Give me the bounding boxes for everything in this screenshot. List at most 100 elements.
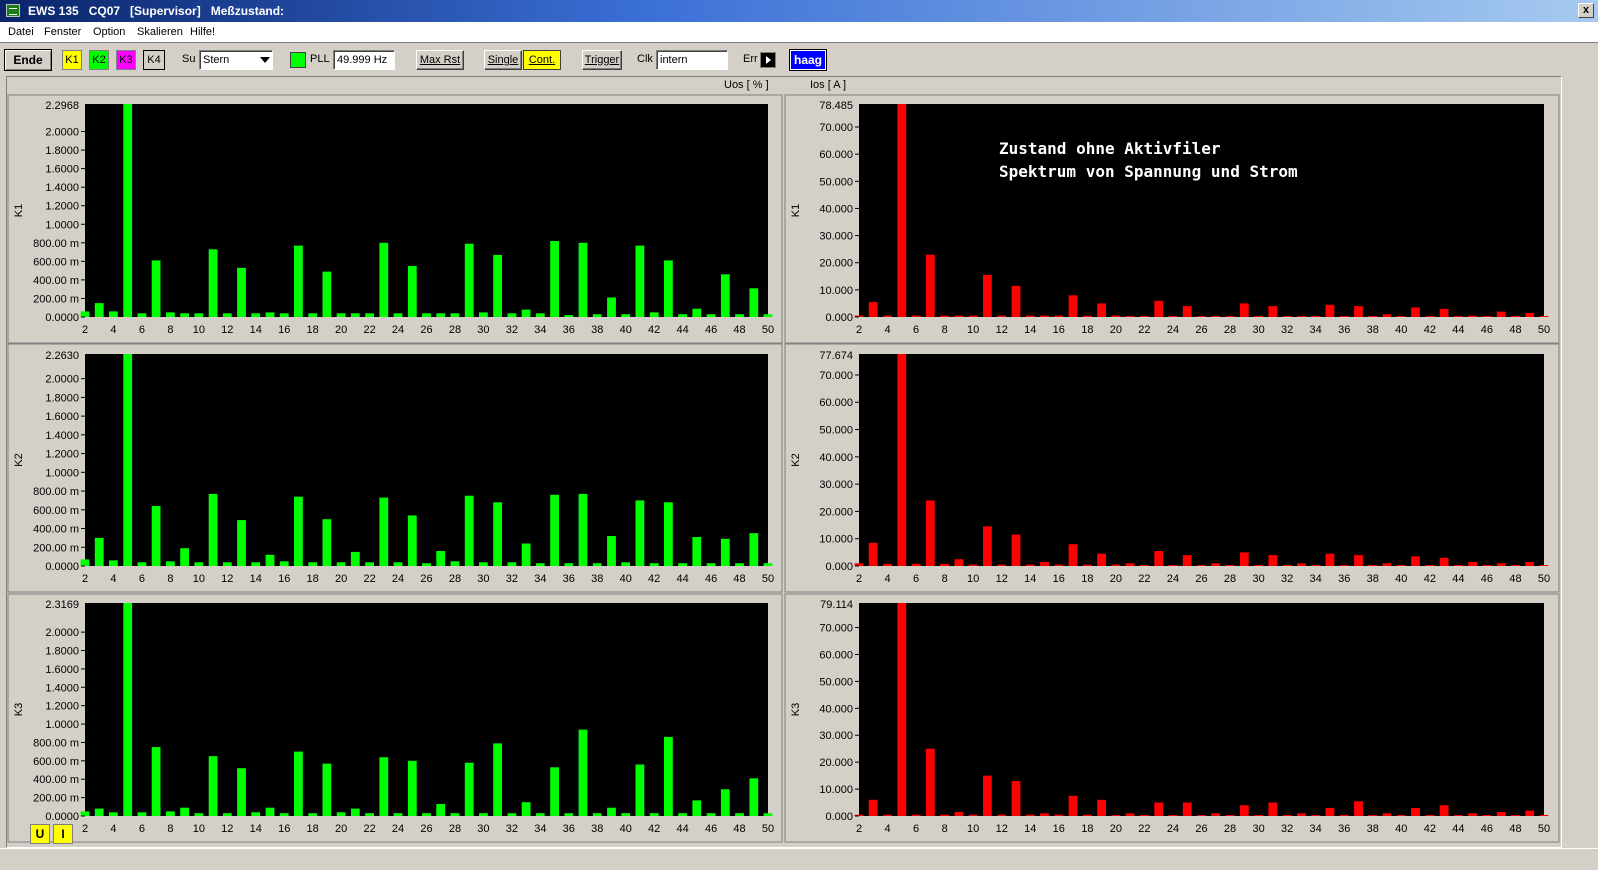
bar-h26: [1197, 815, 1206, 816]
bar-h49: [749, 288, 759, 317]
bar-h20: [1111, 815, 1121, 816]
bar-h26: [422, 563, 431, 566]
x-tick-label: 30: [1252, 324, 1264, 336]
x-tick-label: 38: [591, 573, 603, 585]
bar-h25: [407, 760, 417, 816]
bar-h45: [692, 537, 702, 566]
bar-h23: [379, 242, 389, 317]
bar-h14: [251, 313, 261, 317]
bar-h27: [436, 551, 446, 566]
x-tick-label: 16: [1053, 324, 1065, 336]
bar-h31: [493, 254, 502, 317]
bar-h23: [1154, 802, 1164, 816]
bar-h5: [123, 603, 133, 816]
bar-h7: [151, 747, 161, 816]
y-tick-label: 60.000: [819, 149, 853, 161]
x-tick-label: 18: [1081, 324, 1093, 336]
y-tick-label: 800.00 m: [33, 486, 79, 498]
bar-h15: [1040, 315, 1049, 317]
x-tick-label: 20: [1110, 324, 1122, 336]
bar-h41: [1411, 556, 1420, 566]
bar-h9: [180, 313, 189, 317]
x-tick-label: 12: [996, 823, 1008, 835]
bar-h21: [350, 313, 360, 317]
bar-h44: [678, 563, 687, 566]
bar-h37: [578, 493, 588, 566]
bar-h25: [407, 266, 417, 317]
x-tick-label: 6: [139, 324, 145, 336]
channel-label: K2: [790, 453, 802, 466]
x-tick-label: 28: [449, 823, 461, 835]
y-tick-label: 70.000: [819, 122, 853, 134]
bar-h13: [237, 267, 246, 317]
y-max-label: 78.485: [819, 100, 853, 112]
bar-h6: [137, 562, 147, 566]
bar-h37: [1354, 555, 1363, 566]
x-tick-label: 2: [82, 324, 88, 336]
bar-h42: [1425, 316, 1435, 317]
bar-h2: [80, 311, 90, 317]
bar-h14: [251, 562, 261, 566]
bar-h10: [968, 564, 978, 566]
bar-h28: [450, 813, 460, 816]
y-tick-label: 30.000: [819, 730, 853, 742]
x-tick-label: 46: [705, 324, 717, 336]
bar-h38: [592, 813, 602, 816]
x-tick-label: 4: [110, 823, 116, 835]
bar-h28: [1225, 565, 1235, 566]
x-tick-label: 32: [506, 324, 518, 336]
bar-h6: [137, 313, 147, 317]
bar-h47: [720, 538, 730, 566]
y-tick-label: 1.0000: [45, 719, 79, 731]
bar-h13: [237, 520, 246, 566]
bar-h47: [1496, 563, 1506, 566]
x-tick-label: 36: [563, 823, 575, 835]
bar-h30: [479, 312, 488, 317]
y-tick-label: 40.000: [819, 452, 853, 464]
x-tick-label: 8: [942, 573, 948, 585]
u-button[interactable]: U: [30, 824, 50, 844]
x-tick-label: 42: [1424, 823, 1436, 835]
bar-h8: [940, 563, 949, 566]
x-tick-label: 16: [278, 823, 290, 835]
channel-label: K3: [790, 703, 802, 716]
bar-h50: [1539, 316, 1549, 317]
bar-h22: [1140, 565, 1149, 566]
x-tick-label: 18: [1081, 573, 1093, 585]
bar-h38: [1368, 316, 1378, 317]
x-tick-label: 22: [363, 823, 375, 835]
bar-h46: [1482, 565, 1492, 566]
x-tick-label: 18: [1081, 823, 1093, 835]
x-tick-label: 34: [534, 823, 546, 835]
bar-h15: [1040, 561, 1049, 566]
bar-h33: [1297, 316, 1306, 317]
x-tick-label: 22: [363, 324, 375, 336]
bar-h48: [1511, 565, 1520, 566]
plot-area: [859, 603, 1544, 816]
bar-h2: [80, 559, 90, 566]
plot-area: [859, 354, 1544, 566]
x-tick-label: 38: [1367, 823, 1379, 835]
bar-h41: [635, 500, 645, 566]
y-tick-label: 200.00 m: [33, 542, 79, 554]
i-button[interactable]: I: [53, 824, 73, 844]
bar-h40: [1396, 565, 1406, 566]
bar-h45: [1468, 315, 1477, 317]
bar-h11: [208, 249, 218, 317]
x-tick-label: 42: [1424, 324, 1436, 336]
bar-h27: [436, 313, 446, 317]
bar-h49: [1525, 561, 1535, 566]
x-tick-label: 26: [1195, 573, 1207, 585]
bar-h31: [493, 743, 502, 816]
bar-h10: [194, 813, 204, 816]
bar-h44: [678, 314, 687, 317]
bar-h48: [1511, 815, 1520, 816]
bar-h43: [1439, 805, 1449, 816]
bar-h43: [664, 260, 673, 317]
y-tick-label: 20.000: [819, 757, 853, 769]
x-tick-label: 4: [884, 823, 890, 835]
x-tick-label: 6: [913, 324, 919, 336]
x-tick-label: 38: [591, 823, 603, 835]
x-tick-label: 12: [996, 324, 1008, 336]
bar-h39: [1382, 314, 1392, 317]
